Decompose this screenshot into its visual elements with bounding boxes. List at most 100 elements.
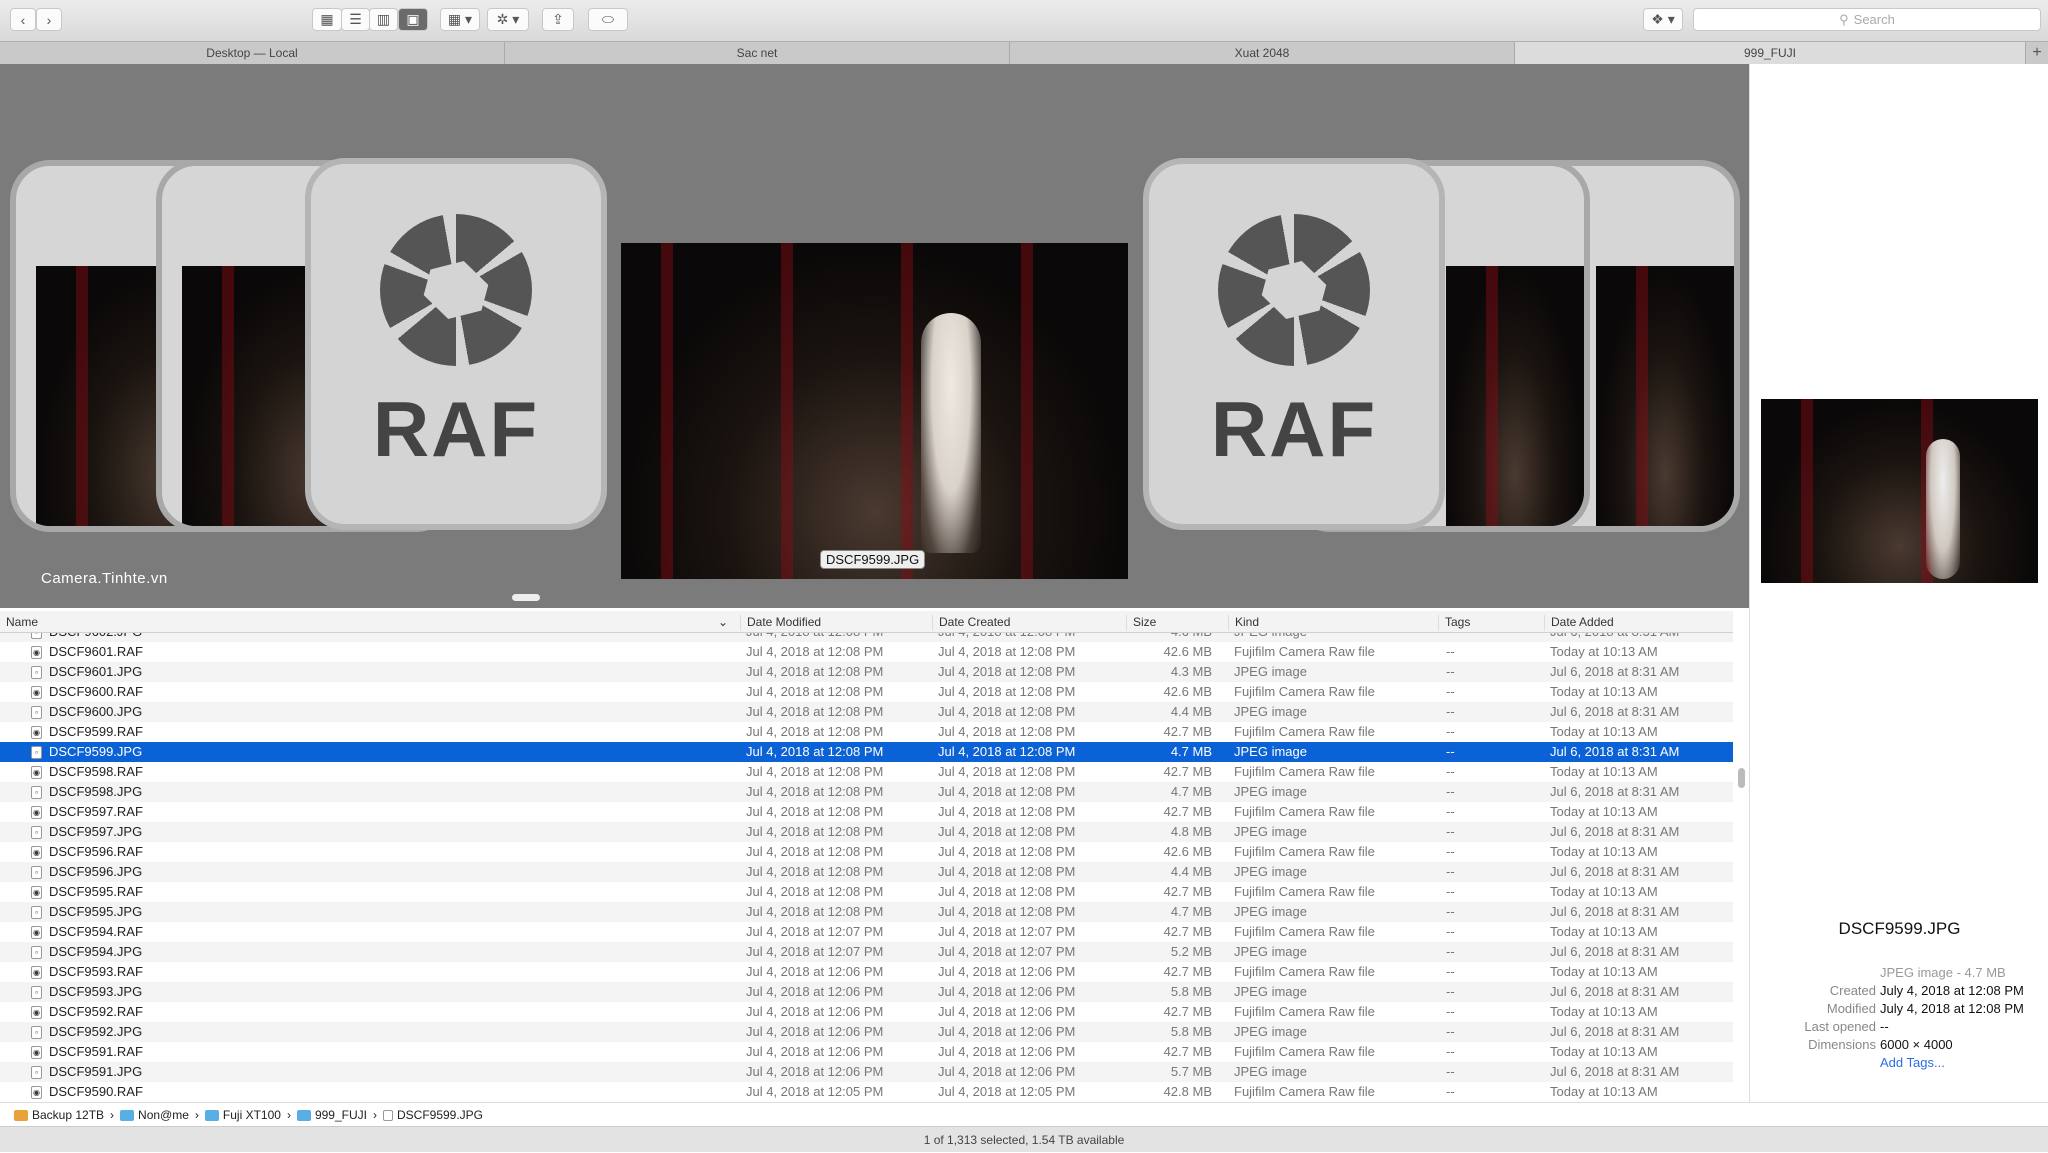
group-button[interactable]: ▦ ▾ xyxy=(440,8,480,31)
path-item-nonme[interactable]: Non@me xyxy=(120,1108,189,1122)
new-tab-button[interactable]: + xyxy=(2026,42,2048,64)
table-row[interactable]: ◉ DSCF9593.RAF Jul 4, 2018 at 12:06 PM Jul … xyxy=(0,962,1733,982)
path-item-fuji-xt100[interactable]: Fuji XT100 xyxy=(204,1108,281,1122)
search-input[interactable]: ⚲ Search xyxy=(1693,8,2041,31)
dimensions-label: Dimensions xyxy=(1808,1037,1876,1052)
file-size: 42.7 MB xyxy=(1163,1004,1212,1019)
table-row[interactable]: ▫ DSCF9597.JPG Jul 4, 2018 at 12:08 PM Jul … xyxy=(0,822,1733,842)
date-added: Jul 6, 2018 at 8:31 AM xyxy=(1550,864,1680,879)
table-row[interactable]: ▫ DSCF9594.JPG Jul 4, 2018 at 12:07 PM Jul … xyxy=(0,942,1733,962)
date-modified: Jul 4, 2018 at 12:08 PM xyxy=(746,744,884,759)
tab-999-fuji[interactable]: 999_FUJI xyxy=(1515,42,2026,64)
column-date-added[interactable]: Date Added xyxy=(1544,615,1614,631)
table-row[interactable]: ▫ DSCF9598.JPG Jul 4, 2018 at 12:08 PM Jul … xyxy=(0,782,1733,802)
table-row[interactable]: ◉ DSCF9592.RAF Jul 4, 2018 at 12:06 PM Jul … xyxy=(0,1002,1733,1022)
drive-icon xyxy=(14,1109,28,1121)
column-date-created[interactable]: Date Created xyxy=(932,615,1010,631)
date-created: Jul 4, 2018 at 12:08 PM xyxy=(938,824,1076,839)
path-item-999-fuji[interactable]: 999_FUJI xyxy=(296,1108,367,1122)
table-row[interactable]: ▫ DSCF9599.JPG Jul 4, 2018 at 12:08 PM Jul … xyxy=(0,742,1733,762)
table-row[interactable]: ▫ DSCF9595.JPG Jul 4, 2018 at 12:08 PM Jul … xyxy=(0,902,1733,922)
table-row[interactable]: ◉ DSCF9596.RAF Jul 4, 2018 at 12:08 PM Jul … xyxy=(0,842,1733,862)
table-row[interactable]: ◉ DSCF9601.RAF Jul 4, 2018 at 12:08 PM Jul … xyxy=(0,642,1733,662)
column-name[interactable]: Name xyxy=(0,615,38,631)
created-value: July 4, 2018 at 12:08 PM xyxy=(1880,983,2024,998)
photo-subject xyxy=(1926,439,1960,579)
list-view-button[interactable]: ☰ xyxy=(341,8,370,31)
path-item-backup[interactable]: Backup 12TB xyxy=(14,1108,104,1122)
selected-photo[interactable] xyxy=(621,243,1128,579)
coverflow-view-button[interactable]: ▣ xyxy=(398,8,428,31)
table-row[interactable]: ▫ DSCF9601.JPG Jul 4, 2018 at 12:08 PM Jul … xyxy=(0,662,1733,682)
table-row[interactable]: ▫ DSCF9592.JPG Jul 4, 2018 at 12:06 PM Jul … xyxy=(0,1022,1733,1042)
back-button[interactable]: ‹ xyxy=(10,8,36,31)
date-modified: Jul 4, 2018 at 12:08 PM xyxy=(746,704,884,719)
coverflow-item-raf[interactable]: RAF xyxy=(1143,158,1445,530)
file-size: 42.6 MB xyxy=(1163,684,1212,699)
date-added: Today at 10:13 AM xyxy=(1550,924,1658,939)
file-icon: ◉ xyxy=(31,1086,42,1099)
file-kind: JPEG image xyxy=(1234,984,1307,999)
dropbox-button[interactable]: ❖ ▾ xyxy=(1643,8,1683,31)
table-row[interactable]: ◉ DSCF9600.RAF Jul 4, 2018 at 12:08 PM Jul … xyxy=(0,682,1733,702)
file-kind: Fujifilm Camera Raw file xyxy=(1234,1084,1375,1099)
path-item-file[interactable]: DSCF9599.JPG xyxy=(382,1108,483,1122)
date-added: Today at 10:13 AM xyxy=(1550,1004,1658,1019)
file-kind: JPEG image xyxy=(1234,864,1307,879)
table-row[interactable]: ▫ DSCF9596.JPG Jul 4, 2018 at 12:08 PM Jul … xyxy=(0,862,1733,882)
date-created: Jul 4, 2018 at 12:08 PM xyxy=(938,784,1076,799)
coverflow[interactable]: RAF RAF DSCF9599.JPG Camera.Tinhte.vn xyxy=(0,64,1749,608)
date-modified: Jul 4, 2018 at 12:08 PM xyxy=(746,664,884,679)
table-row[interactable]: ▫ DSCF9591.JPG Jul 4, 2018 at 12:06 PM Jul … xyxy=(0,1062,1733,1082)
file-tags: -- xyxy=(1446,644,1455,659)
date-created: Jul 4, 2018 at 12:08 PM xyxy=(938,664,1076,679)
table-row[interactable]: ◉ DSCF9590.RAF Jul 4, 2018 at 12:05 PM Jul … xyxy=(0,1082,1733,1102)
sort-chevron-icon[interactable]: ⌄ xyxy=(712,615,728,631)
date-modified: Jul 4, 2018 at 12:08 PM xyxy=(746,724,884,739)
file-name: DSCF9601.RAF xyxy=(49,644,143,659)
action-gear-button[interactable]: ✲ ▾ xyxy=(487,8,529,31)
list-scrollbar[interactable] xyxy=(1738,768,1745,788)
date-modified: Jul 4, 2018 at 12:06 PM xyxy=(746,964,884,979)
coverflow-item-raf[interactable]: RAF xyxy=(305,158,607,530)
table-row[interactable]: ◉ DSCF9594.RAF Jul 4, 2018 at 12:07 PM Jul … xyxy=(0,922,1733,942)
file-name: DSCF9593.RAF xyxy=(49,964,143,979)
column-size[interactable]: Size xyxy=(1126,615,1156,631)
file-tags: -- xyxy=(1446,824,1455,839)
table-row[interactable]: ◉ DSCF9599.RAF Jul 4, 2018 at 12:08 PM Jul … xyxy=(0,722,1733,742)
table-row[interactable]: ◉ DSCF9591.RAF Jul 4, 2018 at 12:06 PM Jul … xyxy=(0,1042,1733,1062)
tab-sac-net[interactable]: Sac net xyxy=(505,42,1010,64)
file-kind: JPEG image xyxy=(1234,784,1307,799)
file-kind: Fujifilm Camera Raw file xyxy=(1234,884,1375,899)
file-tags: -- xyxy=(1446,764,1455,779)
table-row[interactable]: ▫ DSCF9593.JPG Jul 4, 2018 at 12:06 PM Jul … xyxy=(0,982,1733,1002)
table-row[interactable]: ◉ DSCF9598.RAF Jul 4, 2018 at 12:08 PM Jul … xyxy=(0,762,1733,782)
file-name: DSCF9594.JPG xyxy=(49,944,143,959)
add-tags-link[interactable]: Add Tags... xyxy=(1880,1055,1945,1070)
table-row[interactable]: ◉ DSCF9595.RAF Jul 4, 2018 at 12:08 PM Jul … xyxy=(0,882,1733,902)
column-tags[interactable]: Tags xyxy=(1438,615,1470,631)
date-created: Jul 4, 2018 at 12:08 PM xyxy=(938,644,1076,659)
date-created: Jul 4, 2018 at 12:08 PM xyxy=(938,804,1076,819)
raf-label: RAF xyxy=(1210,384,1378,473)
forward-button[interactable]: › xyxy=(36,8,62,31)
column-kind[interactable]: Kind xyxy=(1228,615,1259,631)
file-name: DSCF9600.RAF xyxy=(49,684,143,699)
folder-icon xyxy=(204,1109,219,1121)
file-tags: -- xyxy=(1446,1004,1455,1019)
file-name: DSCF9599.JPG xyxy=(49,744,143,759)
share-button[interactable]: ⇪ xyxy=(542,8,574,31)
tab-xuat-2048[interactable]: Xuat 2048 xyxy=(1010,42,1515,64)
date-added: Jul 6, 2018 at 8:31 AM xyxy=(1550,1064,1680,1079)
table-row[interactable]: ▫ DSCF9600.JPG Jul 4, 2018 at 12:08 PM Jul … xyxy=(0,702,1733,722)
date-added: Today at 10:13 AM xyxy=(1550,764,1658,779)
tag-button[interactable]: ⬭ xyxy=(588,8,628,31)
column-date-modified[interactable]: Date Modified xyxy=(740,615,821,631)
column-view-button[interactable]: ▥ xyxy=(369,8,398,31)
coverflow-scrollbar[interactable] xyxy=(512,594,540,601)
file-kind: Fujifilm Camera Raw file xyxy=(1234,764,1375,779)
tab-desktop-local[interactable]: Desktop — Local xyxy=(0,42,505,64)
icon-view-button[interactable]: ▦ xyxy=(312,8,342,31)
date-created: Jul 4, 2018 at 12:07 PM xyxy=(938,944,1076,959)
table-row[interactable]: ◉ DSCF9597.RAF Jul 4, 2018 at 12:08 PM Jul … xyxy=(0,802,1733,822)
